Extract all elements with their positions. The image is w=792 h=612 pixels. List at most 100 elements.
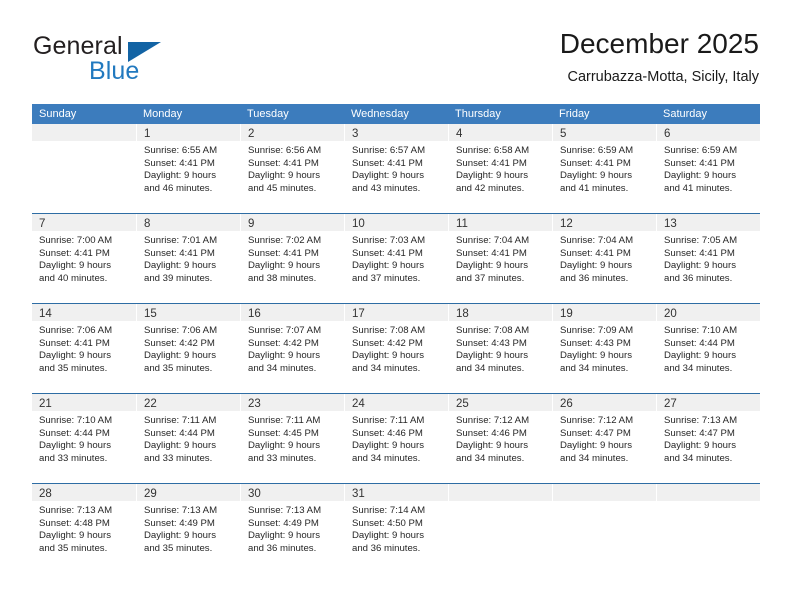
sunset-text: Sunset: 4:41 PM [560, 157, 631, 169]
daylight-text-line1: Daylight: 9 hours [456, 350, 528, 362]
day-number: 31 [352, 488, 365, 500]
sunset-text: Sunset: 4:41 PM [456, 157, 527, 169]
day-cell[interactable]: 22 Sunrise: 7:11 AM Sunset: 4:44 PM Dayl… [136, 394, 240, 483]
day-number: 12 [560, 218, 573, 230]
daylight-text-line2: and 45 minutes. [248, 183, 317, 195]
daylight-text-line1: Daylight: 9 hours [456, 440, 528, 452]
daylight-text-line1: Daylight: 9 hours [248, 440, 320, 452]
day-cell[interactable]: 26 Sunrise: 7:12 AM Sunset: 4:47 PM Dayl… [552, 394, 656, 483]
day-cell[interactable]: 15 Sunrise: 7:06 AM Sunset: 4:42 PM Dayl… [136, 304, 240, 393]
daylight-text-line2: and 36 minutes. [248, 543, 317, 555]
day-info: Sunrise: 7:12 AM Sunset: 4:46 PM Dayligh… [449, 411, 552, 466]
daylight-text-line2: and 41 minutes. [664, 183, 733, 195]
day-cell[interactable]: 8 Sunrise: 7:01 AM Sunset: 4:41 PM Dayli… [136, 214, 240, 303]
day-info: Sunrise: 7:02 AM Sunset: 4:41 PM Dayligh… [241, 231, 344, 286]
day-cell[interactable]: 16 Sunrise: 7:07 AM Sunset: 4:42 PM Dayl… [240, 304, 344, 393]
day-info: Sunrise: 7:05 AM Sunset: 4:41 PM Dayligh… [657, 231, 760, 286]
day-number: 6 [664, 128, 671, 140]
day-cell[interactable]: 25 Sunrise: 7:12 AM Sunset: 4:46 PM Dayl… [448, 394, 552, 483]
sunrise-text: Sunrise: 7:11 AM [352, 415, 425, 426]
day-number-band: 29 [137, 484, 240, 501]
daylight-text-line1: Daylight: 9 hours [456, 170, 528, 182]
week-row: 7 Sunrise: 7:00 AM Sunset: 4:41 PM Dayli… [32, 213, 760, 303]
day-info: Sunrise: 7:08 AM Sunset: 4:43 PM Dayligh… [449, 321, 552, 376]
day-cell[interactable]: 19 Sunrise: 7:09 AM Sunset: 4:43 PM Dayl… [552, 304, 656, 393]
day-info: Sunrise: 7:07 AM Sunset: 4:42 PM Dayligh… [241, 321, 344, 376]
day-number: 22 [144, 398, 157, 410]
sunrise-text: Sunrise: 7:07 AM [248, 325, 322, 336]
day-number-band: 6 [657, 124, 760, 141]
sunrise-text: Sunrise: 7:10 AM [664, 325, 738, 336]
day-number: 11 [456, 218, 468, 230]
daylight-text-line1: Daylight: 9 hours [144, 440, 216, 452]
day-cell[interactable]: 14 Sunrise: 7:06 AM Sunset: 4:41 PM Dayl… [32, 304, 136, 393]
day-cell[interactable]: 2 Sunrise: 6:56 AM Sunset: 4:41 PM Dayli… [240, 124, 344, 213]
day-cell[interactable]: 31 Sunrise: 7:14 AM Sunset: 4:50 PM Dayl… [344, 484, 448, 573]
weekday-monday: Monday [143, 108, 183, 120]
daylight-text-line2: and 33 minutes. [248, 453, 317, 465]
day-number-band: 3 [345, 124, 448, 141]
day-number: 25 [456, 398, 469, 410]
day-cell[interactable]: 11 Sunrise: 7:04 AM Sunset: 4:41 PM Dayl… [448, 214, 552, 303]
day-number-band: 25 [449, 394, 552, 411]
day-cell[interactable]: 13 Sunrise: 7:05 AM Sunset: 4:41 PM Dayl… [656, 214, 760, 303]
day-number-band: 12 [553, 214, 656, 231]
day-cell[interactable]: 21 Sunrise: 7:10 AM Sunset: 4:44 PM Dayl… [32, 394, 136, 483]
day-cell[interactable]: 5 Sunrise: 6:59 AM Sunset: 4:41 PM Dayli… [552, 124, 656, 213]
daylight-text-line2: and 34 minutes. [456, 453, 525, 465]
day-cell[interactable]: 1 Sunrise: 6:55 AM Sunset: 4:41 PM Dayli… [136, 124, 240, 213]
day-cell[interactable]: 28 Sunrise: 7:13 AM Sunset: 4:48 PM Dayl… [32, 484, 136, 573]
day-number-band: 20 [657, 304, 760, 321]
calendar-page: General Blue December 2025 Carrubazza-Mo… [0, 0, 792, 612]
day-cell[interactable]: 18 Sunrise: 7:08 AM Sunset: 4:43 PM Dayl… [448, 304, 552, 393]
day-cell[interactable]: 3 Sunrise: 6:57 AM Sunset: 4:41 PM Dayli… [344, 124, 448, 213]
sunrise-text: Sunrise: 7:01 AM [144, 235, 218, 246]
sunset-text: Sunset: 4:41 PM [144, 157, 215, 169]
sunset-text: Sunset: 4:41 PM [39, 337, 110, 349]
page-title: December 2025 [559, 28, 759, 59]
day-cell[interactable]: 23 Sunrise: 7:11 AM Sunset: 4:45 PM Dayl… [240, 394, 344, 483]
daylight-text-line1: Daylight: 9 hours [144, 530, 216, 542]
brand-logo[interactable]: General Blue [33, 32, 213, 88]
day-cell[interactable] [552, 484, 656, 573]
daylight-text-line1: Daylight: 9 hours [664, 440, 736, 452]
day-info: Sunrise: 7:04 AM Sunset: 4:41 PM Dayligh… [553, 231, 656, 286]
daylight-text-line2: and 42 minutes. [456, 183, 525, 195]
day-number: 19 [560, 308, 573, 320]
sunrise-text: Sunrise: 7:08 AM [456, 325, 530, 336]
daylight-text-line2: and 35 minutes. [39, 363, 108, 375]
day-cell[interactable] [448, 484, 552, 573]
day-number-band: 27 [657, 394, 760, 411]
sunrise-text: Sunrise: 6:55 AM [144, 145, 218, 156]
daylight-text-line2: and 37 minutes. [456, 273, 525, 285]
day-info: Sunrise: 6:58 AM Sunset: 4:41 PM Dayligh… [449, 141, 552, 196]
day-cell[interactable] [656, 484, 760, 573]
day-cell[interactable]: 29 Sunrise: 7:13 AM Sunset: 4:49 PM Dayl… [136, 484, 240, 573]
day-cell[interactable]: 30 Sunrise: 7:13 AM Sunset: 4:49 PM Dayl… [240, 484, 344, 573]
day-cell[interactable]: 24 Sunrise: 7:11 AM Sunset: 4:46 PM Dayl… [344, 394, 448, 483]
day-cell[interactable]: 7 Sunrise: 7:00 AM Sunset: 4:41 PM Dayli… [32, 214, 136, 303]
week-row: 1 Sunrise: 6:55 AM Sunset: 4:41 PM Dayli… [32, 124, 760, 213]
day-cell[interactable]: 27 Sunrise: 7:13 AM Sunset: 4:47 PM Dayl… [656, 394, 760, 483]
day-info: Sunrise: 7:01 AM Sunset: 4:41 PM Dayligh… [137, 231, 240, 286]
day-cell[interactable]: 20 Sunrise: 7:10 AM Sunset: 4:44 PM Dayl… [656, 304, 760, 393]
daylight-text-line1: Daylight: 9 hours [248, 170, 320, 182]
day-number-band: 24 [345, 394, 448, 411]
daylight-text-line1: Daylight: 9 hours [352, 260, 424, 272]
sunrise-text: Sunrise: 7:06 AM [39, 325, 113, 336]
day-info: Sunrise: 7:11 AM Sunset: 4:46 PM Dayligh… [345, 411, 448, 466]
day-cell[interactable]: 17 Sunrise: 7:08 AM Sunset: 4:42 PM Dayl… [344, 304, 448, 393]
day-cell[interactable]: 12 Sunrise: 7:04 AM Sunset: 4:41 PM Dayl… [552, 214, 656, 303]
sunrise-text: Sunrise: 6:58 AM [456, 145, 530, 156]
day-cell[interactable]: 10 Sunrise: 7:03 AM Sunset: 4:41 PM Dayl… [344, 214, 448, 303]
day-cell[interactable]: 4 Sunrise: 6:58 AM Sunset: 4:41 PM Dayli… [448, 124, 552, 213]
sunrise-text: Sunrise: 7:03 AM [352, 235, 426, 246]
day-number: 4 [456, 128, 463, 140]
calendar-grid: Sunday Monday Tuesday Wednesday Thursday… [32, 104, 760, 573]
day-number: 28 [39, 488, 52, 500]
sunset-text: Sunset: 4:41 PM [352, 247, 423, 259]
day-cell[interactable]: 9 Sunrise: 7:02 AM Sunset: 4:41 PM Dayli… [240, 214, 344, 303]
daylight-text-line2: and 36 minutes. [560, 273, 629, 285]
day-cell[interactable] [32, 124, 136, 213]
day-cell[interactable]: 6 Sunrise: 6:59 AM Sunset: 4:41 PM Dayli… [656, 124, 760, 213]
